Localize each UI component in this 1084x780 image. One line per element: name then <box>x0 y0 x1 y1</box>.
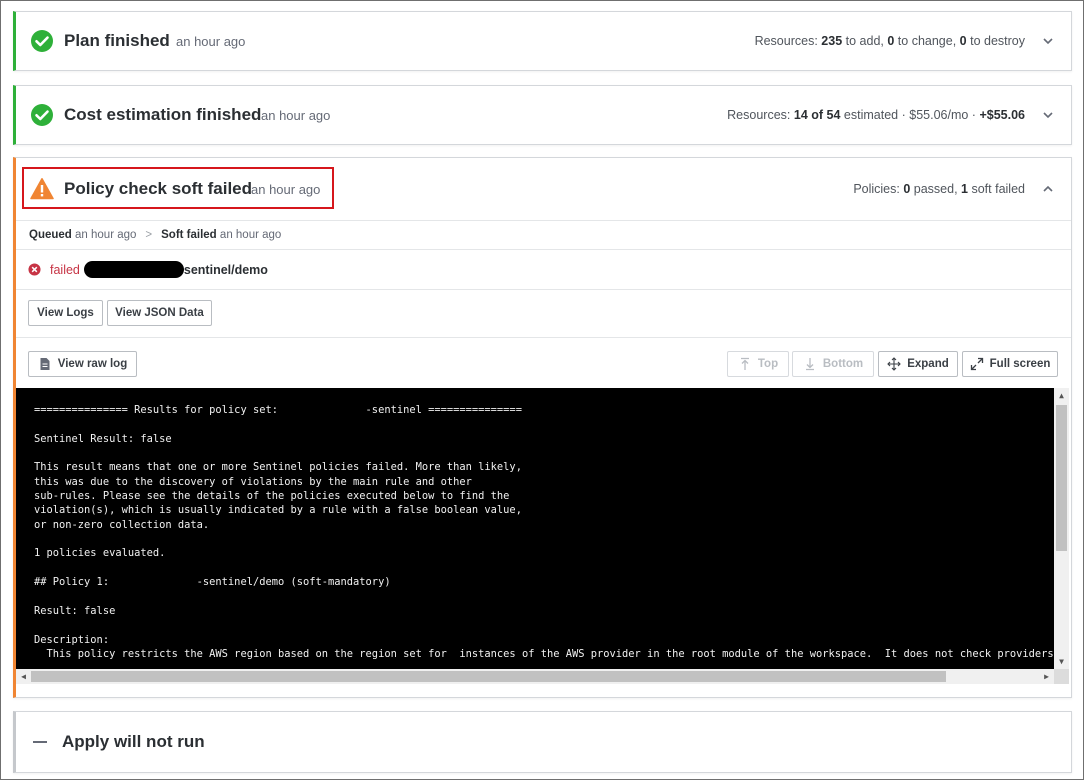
cost-summary: Resources: 14 of 54 estimated · $55.06/m… <box>727 108 1025 122</box>
run-page: Plan finished an hour ago Resources: 235… <box>0 0 1084 780</box>
plan-time: an hour ago <box>176 33 246 49</box>
apply-card: Apply will not run <box>13 711 1072 773</box>
cost-title: Cost estimation finished <box>64 105 262 124</box>
policy-summary: Policies: 0 passed, 1 soft failed <box>853 182 1025 196</box>
scroll-bottom-button[interactable]: Bottom <box>792 351 874 377</box>
scrollbar-corner <box>1054 669 1069 684</box>
scroll-top-button[interactable]: Top <box>727 351 789 377</box>
document-icon <box>40 358 50 370</box>
vertical-scroll-thumb[interactable] <box>1056 405 1067 551</box>
result-status: failed <box>50 262 80 277</box>
view-raw-log-button[interactable]: View raw log <box>28 351 137 377</box>
x-circle-icon <box>28 263 41 276</box>
log-viewer[interactable]: =============== Results for policy set: … <box>16 388 1069 684</box>
policy-timeline: Queued an hour ago > Soft failed an hour… <box>16 220 1071 250</box>
plan-card[interactable]: Plan finished an hour ago Resources: 235… <box>13 11 1072 71</box>
apply-title: Apply will not run <box>62 732 205 751</box>
log-actions: View Logs View JSON Data <box>16 290 1071 338</box>
policy-result-row: failed sentinel/demo <box>16 250 1071 290</box>
full-screen-button[interactable]: Full screen <box>962 351 1058 377</box>
maximize-icon <box>970 357 983 371</box>
check-circle-icon <box>31 30 53 52</box>
scroll-right-arrow-icon[interactable]: ▶ <box>1042 672 1051 681</box>
result-policy-name: sentinel/demo <box>183 262 268 277</box>
chevron-up-icon[interactable] <box>1041 182 1055 196</box>
dash-icon <box>33 741 47 743</box>
cost-card[interactable]: Cost estimation finished an hour ago Res… <box>13 85 1072 145</box>
plan-summary: Resources: 235 to add, 0 to change, 0 to… <box>754 34 1025 48</box>
arrow-down-icon <box>805 358 814 371</box>
arrow-up-icon <box>740 357 749 370</box>
chevron-down-icon[interactable] <box>1041 108 1055 122</box>
horizontal-scrollbar[interactable]: ◀ ▶ <box>16 669 1054 684</box>
expand-button[interactable]: Expand <box>878 351 958 377</box>
view-logs-button[interactable]: View Logs <box>28 300 103 326</box>
view-json-button[interactable]: View JSON Data <box>107 300 212 326</box>
policy-card: Policy check soft failed an hour ago Pol… <box>13 157 1072 698</box>
policy-title: Policy check soft failed <box>64 179 253 198</box>
scroll-down-arrow-icon[interactable]: ▼ <box>1057 657 1066 666</box>
check-circle-icon <box>31 104 53 126</box>
expand-icon <box>887 357 901 371</box>
scroll-up-arrow-icon[interactable]: ▲ <box>1057 391 1066 400</box>
vertical-scrollbar[interactable]: ▲ ▼ <box>1054 388 1069 684</box>
scroll-left-arrow-icon[interactable]: ◀ <box>19 672 28 681</box>
cost-time: an hour ago <box>261 107 331 123</box>
chevron-down-icon[interactable] <box>1041 34 1055 48</box>
policy-time: an hour ago <box>251 181 321 197</box>
horizontal-scroll-thumb[interactable] <box>31 671 946 682</box>
redaction-bar <box>83 261 184 278</box>
warning-triangle-icon <box>30 178 54 200</box>
log-text: =============== Results for policy set: … <box>34 404 1069 684</box>
plan-title: Plan finished <box>64 31 170 50</box>
